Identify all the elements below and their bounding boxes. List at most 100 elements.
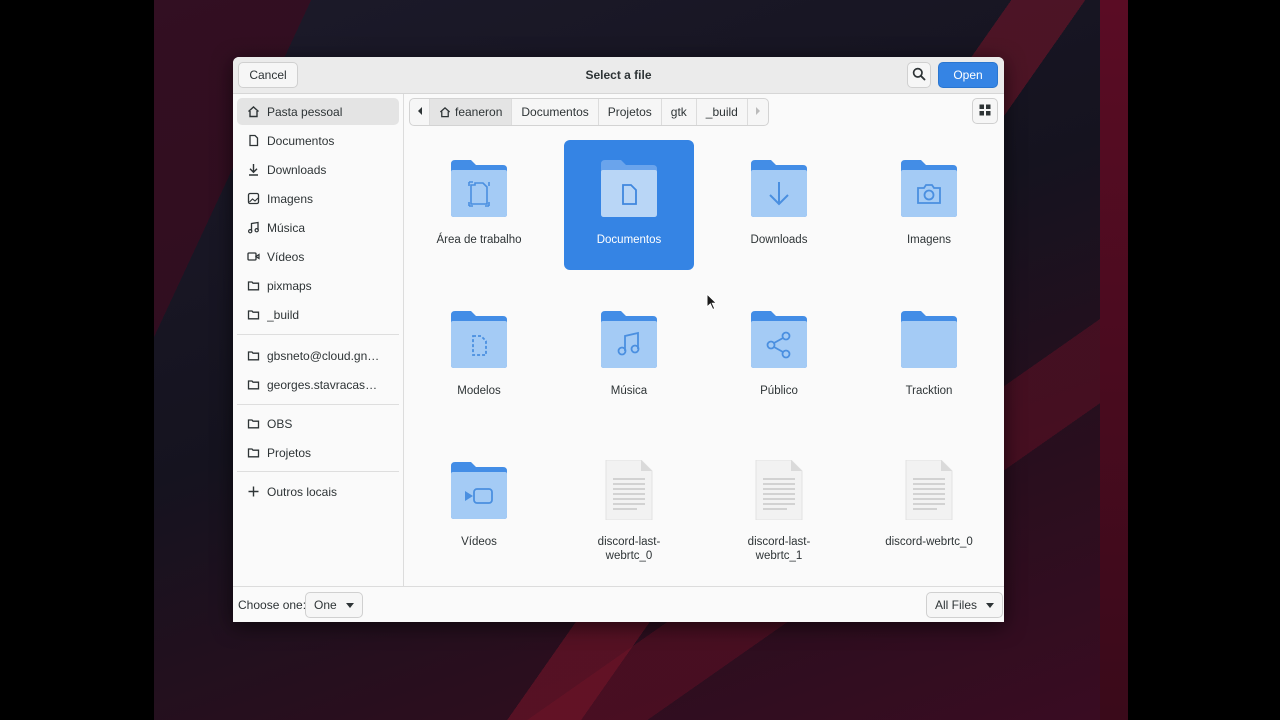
grid-view-icon — [979, 104, 991, 119]
path-segment-build[interactable]: _build — [697, 99, 748, 125]
path-segment-label: feaneron — [455, 105, 503, 119]
chevron-down-icon — [986, 602, 995, 608]
choose-one-label: Choose one: — [238, 598, 307, 612]
file-item-imagens[interactable]: Imagens — [864, 140, 994, 270]
sidebar-item-label: pixmaps — [267, 278, 312, 293]
sidebar-item-label: Projetos — [267, 445, 312, 460]
open-button[interactable]: Open — [938, 62, 998, 88]
sidebar-item-obs[interactable]: OBS — [237, 410, 399, 437]
file-item-label: discord-last-webrtc_1 — [714, 535, 844, 563]
file-item-label: discord-last-webrtc_0 — [564, 535, 694, 563]
sidebar-item-label: Documentos — [267, 133, 335, 148]
file-item-label: Vídeos — [461, 536, 497, 548]
file-item-modelos[interactable]: Modelos — [414, 291, 544, 421]
file-item-publico[interactable]: Público — [714, 291, 844, 421]
file-chooser-dialog: Cancel Select a file Open Pasta pessoal … — [233, 57, 1004, 622]
path-segment-label: Documentos — [521, 105, 589, 119]
dialog-footer: Choose one: One All Files — [233, 586, 1004, 622]
folder-icon — [247, 417, 260, 430]
path-segment-gtk[interactable]: gtk — [662, 99, 697, 125]
sidebar-item-downloads[interactable]: Downloads — [237, 156, 399, 183]
choice-dropdown-value: One — [314, 598, 337, 612]
file-item-musica[interactable]: Música — [564, 291, 694, 421]
sidebar-item-videos[interactable]: Vídeos — [237, 243, 399, 270]
sidebar-item-label: georges.stavracas@… — [267, 377, 385, 392]
path-scroll-right-button[interactable] — [748, 99, 768, 125]
path-segment-home[interactable]: feaneron — [430, 99, 513, 125]
dialog-title: Select a file — [585, 68, 652, 82]
sidebar-item-documentos[interactable]: Documentos — [237, 127, 399, 154]
view-toggle-button[interactable] — [972, 98, 998, 124]
choice-dropdown[interactable]: One — [305, 592, 363, 618]
sidebar-item-label: Imagens — [267, 191, 314, 206]
sidebar-separator — [237, 404, 399, 405]
path-bar: feaneron Documentos Projetos gtk _build — [409, 98, 769, 126]
path-segment-label: gtk — [670, 105, 687, 119]
file-item-downloads[interactable]: Downloads — [714, 140, 844, 270]
network-folder-icon — [247, 349, 260, 362]
sidebar-item-label: gbsneto@cloud.gno… — [267, 348, 385, 363]
header-bar: Cancel Select a file Open — [233, 57, 1004, 94]
file-filter-dropdown[interactable]: All Files — [926, 592, 1004, 618]
path-segment-projetos[interactable]: Projetos — [599, 99, 662, 125]
sidebar-item-georges[interactable]: georges.stavracas@… — [237, 371, 399, 398]
file-item-label-line: webrtc_1 — [755, 550, 803, 562]
sidebar-item-label: Vídeos — [267, 249, 305, 264]
file-item-documentos[interactable]: Documentos — [564, 140, 694, 270]
file-item-label: Música — [610, 385, 648, 397]
file-item-label: Tracktion — [905, 385, 953, 397]
sidebar-separator — [237, 471, 399, 472]
home-icon — [247, 105, 260, 118]
file-item-discord-webrtc-0[interactable]: discord-webrtc_0 — [864, 442, 994, 572]
file-item-videos[interactable]: Vídeos — [414, 442, 544, 572]
file-filter-value: All Files — [935, 598, 978, 612]
image-icon — [247, 192, 260, 205]
search-button[interactable] — [907, 62, 931, 88]
sidebar-item-pasta-pessoal[interactable]: Pasta pessoal — [237, 98, 399, 125]
file-item-label-line: discord-last- — [747, 536, 811, 548]
sidebar-item-label: Outros locais — [267, 484, 338, 499]
sidebar-item-label: Pasta pessoal — [267, 104, 343, 119]
file-item-label: Modelos — [457, 385, 501, 397]
document-icon — [247, 134, 260, 147]
home-icon — [439, 106, 451, 118]
search-icon — [912, 67, 926, 84]
music-icon — [247, 221, 260, 234]
path-segment-documentos[interactable]: Documentos — [512, 99, 599, 125]
sidebar-item-musica[interactable]: Música — [237, 214, 399, 241]
places-sidebar: Pasta pessoal Documentos Downloads Image… — [233, 94, 404, 586]
file-item-discord-last-webrtc-1[interactable]: discord-last-webrtc_1 — [714, 442, 844, 572]
sidebar-item-imagens[interactable]: Imagens — [237, 185, 399, 212]
file-item-label: Público — [760, 385, 798, 397]
path-segment-label: _build — [705, 105, 738, 119]
chevron-left-icon — [416, 105, 424, 119]
sidebar-item-label: Música — [267, 220, 306, 235]
file-item-label: Imagens — [906, 234, 952, 246]
file-item-tracktion[interactable]: Tracktion — [864, 291, 994, 421]
path-scroll-left-button[interactable] — [410, 99, 430, 125]
mouse-pointer-icon — [706, 292, 718, 316]
sidebar-item-build[interactable]: _build — [237, 301, 399, 328]
video-icon — [247, 250, 260, 263]
file-item-discord-last-webrtc-0[interactable]: discord-last-webrtc_0 — [564, 442, 694, 572]
folder-icon — [247, 446, 260, 459]
file-item-area-de-trabalho[interactable]: Área de trabalho — [414, 140, 544, 270]
folder-icon — [247, 279, 260, 292]
download-icon — [247, 163, 260, 176]
sidebar-item-label: Downloads — [267, 162, 327, 177]
file-item-label-line: discord-last- — [597, 536, 661, 548]
sidebar-item-label: _build — [267, 307, 300, 322]
sidebar-item-gbsneto[interactable]: gbsneto@cloud.gno… — [237, 342, 399, 369]
sidebar-item-label: OBS — [267, 416, 293, 431]
sidebar-separator — [237, 334, 399, 335]
sidebar-item-outros-locais[interactable]: Outros locais — [237, 478, 399, 505]
sidebar-item-projetos[interactable]: Projetos — [237, 439, 399, 466]
path-segment-label: Projetos — [607, 105, 652, 119]
file-item-label: Documentos — [596, 234, 662, 246]
folder-icon — [247, 308, 260, 321]
chevron-down-icon — [345, 602, 354, 608]
plus-icon — [247, 485, 260, 498]
sidebar-item-pixmaps[interactable]: pixmaps — [237, 272, 399, 299]
file-item-label-line: webrtc_0 — [605, 550, 653, 562]
file-item-label: discord-webrtc_0 — [885, 536, 973, 548]
